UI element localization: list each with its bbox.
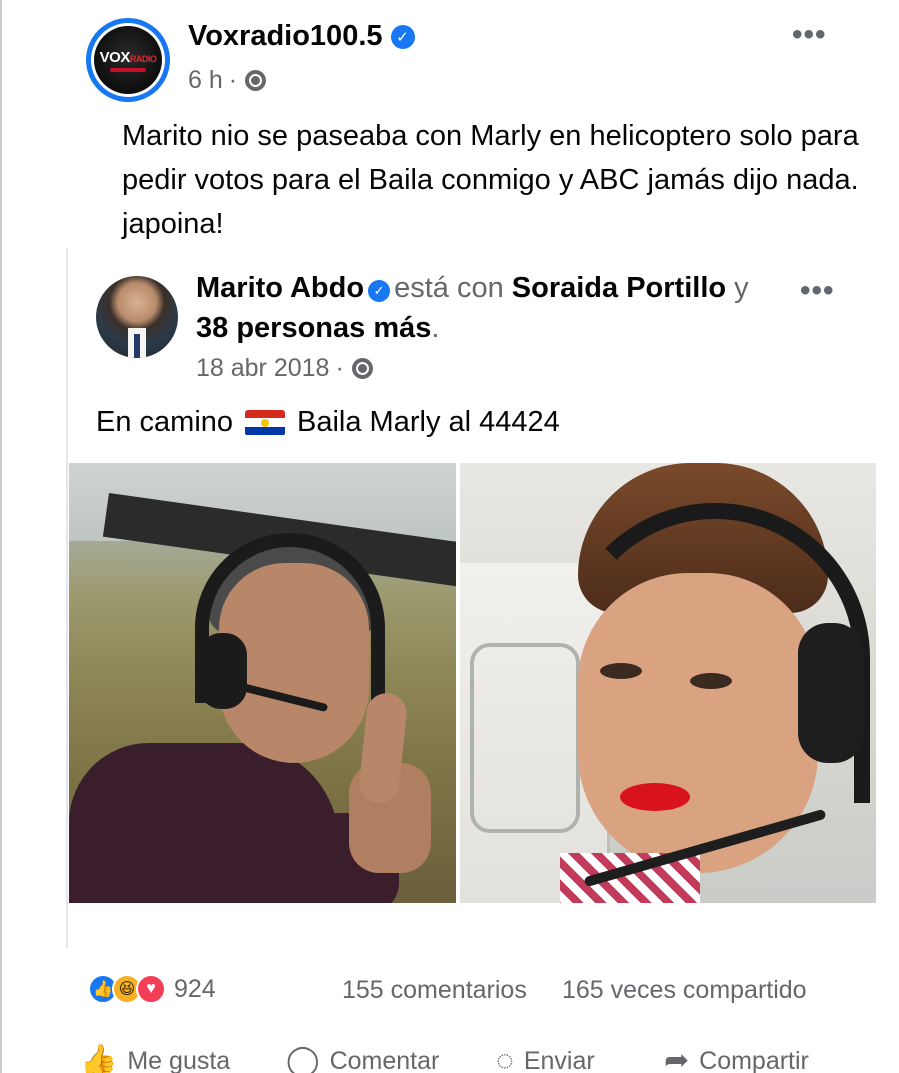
comment-bubble-icon: ◯	[286, 1044, 320, 1073]
shared-post-meta: 18 abr 2018 ·	[196, 354, 373, 383]
post-meta: 6 h ·	[188, 66, 267, 95]
photo-helicopter-man[interactable]	[69, 463, 456, 903]
facebook-post: VOXRADIO Voxradio100.5 ✓ 6 h · ••• Marit…	[0, 0, 899, 1073]
shares-count[interactable]: 165 veces compartido	[562, 976, 807, 1005]
shared-author-name[interactable]: Marito Abdo	[196, 272, 364, 304]
voxradio-logo: VOXRADIO	[94, 26, 162, 94]
verified-badge-icon: ✓	[390, 24, 415, 49]
comments-count[interactable]: 155 comentarios	[342, 976, 527, 1005]
shared-post-text: En camino Baila Marly al 44424	[96, 406, 560, 438]
comment-button[interactable]: ◯ Comentar	[286, 1046, 439, 1073]
shared-more-options-icon[interactable]: •••	[800, 276, 835, 306]
verified-badge-icon: ✓	[368, 280, 391, 302]
share-button[interactable]: ➦ Compartir	[664, 1046, 809, 1073]
reaction-count: 924	[174, 974, 216, 1003]
page-name[interactable]: Voxradio100.5 ✓	[188, 20, 415, 53]
tagged-person[interactable]: Soraida Portillo	[512, 272, 726, 304]
like-button[interactable]: 👍 Me gusta	[80, 1046, 230, 1073]
messenger-icon: ◌	[496, 1044, 514, 1073]
post-time[interactable]: 6 h	[188, 66, 223, 95]
send-button[interactable]: ◌ Enviar	[496, 1046, 595, 1073]
page-name-label[interactable]: Voxradio100.5	[188, 20, 383, 53]
love-icon: ♥	[136, 974, 166, 1004]
reactions-summary[interactable]: 👍 😆 ♥ 924	[88, 974, 216, 1004]
page-avatar[interactable]: VOXRADIO	[86, 18, 170, 102]
tagged-others[interactable]: 38 personas más	[196, 312, 431, 344]
globe-icon	[351, 358, 373, 379]
more-options-icon[interactable]: •••	[792, 20, 827, 50]
shared-post-date[interactable]: 18 abr 2018	[196, 354, 329, 383]
share-arrow-icon: ➦	[664, 1044, 690, 1073]
paraguay-flag-icon	[245, 409, 286, 436]
photo-helicopter-woman[interactable]	[460, 463, 876, 903]
globe-icon	[245, 70, 267, 91]
thumbs-up-icon: 👍	[80, 1044, 118, 1073]
shared-author-avatar[interactable]	[96, 276, 178, 358]
shared-author-line: Marito Abdo ✓ está con Soraida Portillo y …	[196, 272, 749, 344]
post-text: Marito nio se paseaba con Marly en helic…	[122, 120, 859, 240]
page-edge-divider	[0, 0, 2, 1073]
